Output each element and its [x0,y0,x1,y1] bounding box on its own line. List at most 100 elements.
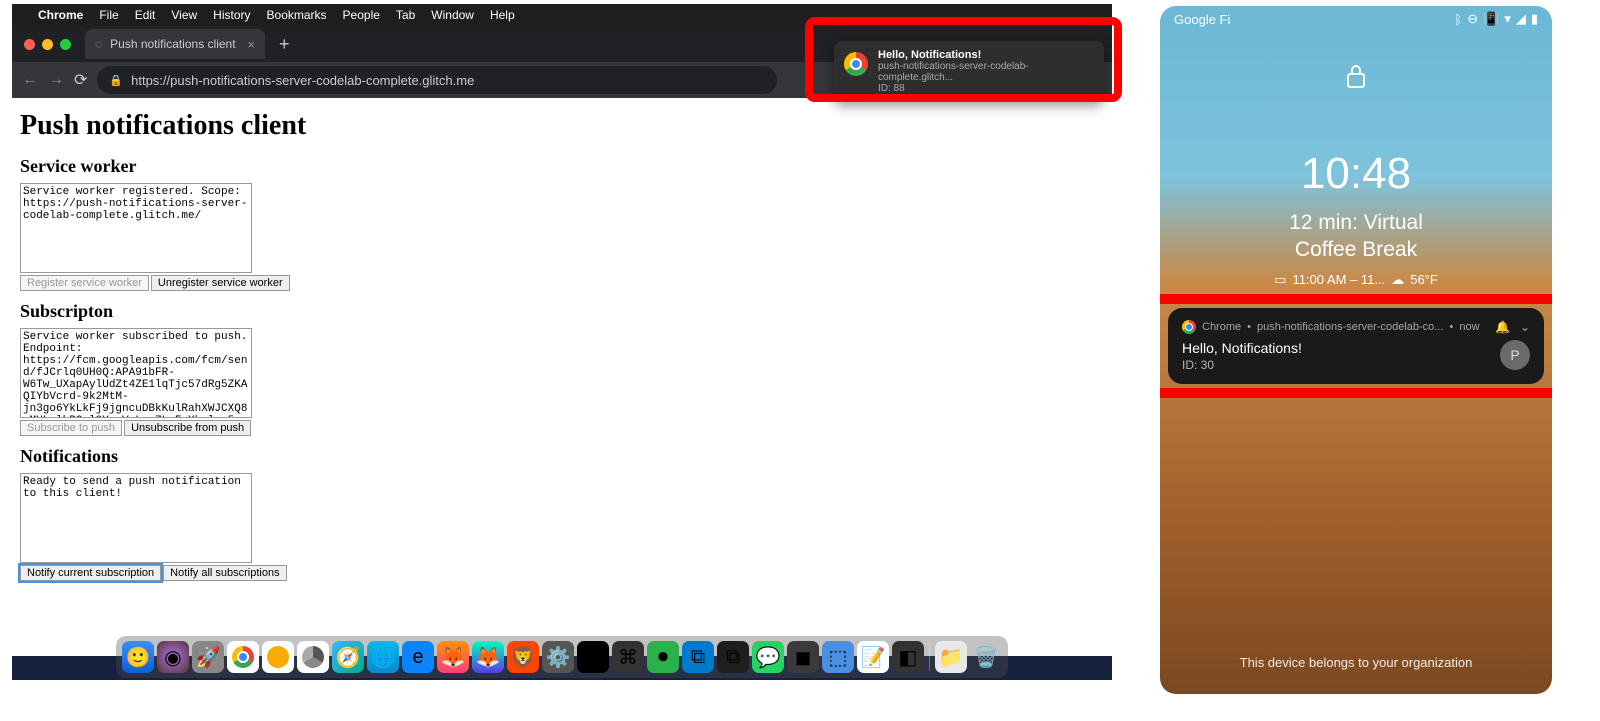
notifications-textarea[interactable]: Ready to send a push notification to thi… [20,473,252,563]
launchpad-icon[interactable]: 🚀 [192,641,224,673]
app-icon[interactable]: ⬚ [822,641,854,673]
siri-icon[interactable]: ◉ [157,641,189,673]
minimize-window-button[interactable] [42,39,53,50]
messages-icon[interactable]: 💬 [752,641,784,673]
event-line1: 12 min: Virtual [1160,209,1552,236]
close-window-button[interactable] [24,39,35,50]
new-tab-button[interactable]: + [271,34,298,55]
brave-icon[interactable]: 🦁 [507,641,539,673]
subscription-textarea[interactable]: Service worker subscribed to push. Endpo… [20,328,252,418]
lock-icon [1160,62,1552,97]
macos-dock: 🙂 ◉ 🚀 🧭 🌐 e 🦊 🦊 🦁 ⚙️ ▮ ⌘ ⏺ ⧉ ⧉ 💬 ◼ ⬚ 📝 ◧… [116,636,1008,678]
menubar-bookmarks[interactable]: Bookmarks [267,8,327,22]
bluetooth-icon: ᛒ [1454,12,1462,27]
chevron-down-icon[interactable]: ⌄ [1520,320,1530,334]
menubar-window[interactable]: Window [431,8,474,22]
edge-dev-icon[interactable]: e [402,641,434,673]
subscribe-button: Subscribe to push [20,420,122,436]
chrome-icon[interactable] [227,641,259,673]
chrome-window: ◌ Push notifications client × + ← → ⟳ 🔒 … [12,26,1112,656]
chrome-icon [1182,320,1196,334]
highlight-annotation [805,17,1122,102]
fullscreen-window-button[interactable] [60,39,71,50]
avatar: P [1500,340,1530,370]
app-icon[interactable]: ◧ [892,641,924,673]
chrome-dev-icon[interactable] [297,641,329,673]
lockscreen-clock: 10:48 [1160,149,1552,199]
weather-time: 11:00 AM – 11... [1292,272,1385,287]
notify-current-button[interactable]: Notify current subscription [20,565,161,581]
notify-all-button[interactable]: Notify all subscriptions [163,565,286,581]
unsubscribe-button[interactable]: Unsubscribe from push [124,420,251,436]
safari-icon[interactable]: 🧭 [332,641,364,673]
vscode-icon[interactable]: ⧉ [682,641,714,673]
page-content: Push notifications client Service worker… [12,98,1112,656]
vscode-insiders-icon[interactable]: ⧉ [717,641,749,673]
wifi-icon: ▾ [1504,11,1511,27]
firefox-nightly-icon[interactable]: 🦊 [472,641,504,673]
forward-button[interactable]: → [48,71,64,89]
lockscreen-weather: ▭ 11:00 AM – 11... ☁ 56°F [1160,272,1552,288]
window-controls [20,39,79,50]
mac-desktop: Chrome File Edit View History Bookmarks … [12,4,1112,680]
notes-icon[interactable]: 📝 [857,641,889,673]
notification-title: Hello, Notifications! [1182,340,1530,356]
back-button[interactable]: ← [22,71,38,89]
sw-heading: Service worker [20,156,1104,177]
notification-source: push-notifications-server-codelab-co... [1257,321,1443,333]
reload-button[interactable]: ⟳ [74,70,87,90]
chrome-canary-icon[interactable] [262,641,294,673]
menubar-file[interactable]: File [99,8,118,22]
menubar-edit[interactable]: Edit [135,8,156,22]
browser-tab[interactable]: ◌ Push notifications client × [85,29,265,59]
finder-icon[interactable]: 🙂 [122,641,154,673]
terminal-icon[interactable]: ▮ [577,641,609,673]
event-line2: Coffee Break [1160,236,1552,263]
android-notification[interactable]: Chrome • push-notifications-server-codel… [1168,308,1544,384]
register-sw-button: Register service worker [20,275,149,291]
dock-divider [929,643,930,671]
settings-icon[interactable]: ⚙️ [542,641,574,673]
downloads-icon[interactable]: 📁 [935,641,967,673]
notification-header: Chrome • push-notifications-server-codel… [1182,320,1530,334]
lock-icon: 🔒 [109,74,123,87]
close-tab-icon[interactable]: × [247,37,255,52]
subscription-heading: Subscripton [20,301,1104,322]
notification-body: ID: 30 [1182,358,1530,372]
lockscreen-event: 12 min: Virtual Coffee Break [1160,209,1552,264]
signal-icon: ◢ [1516,11,1526,27]
menubar-view[interactable]: View [171,8,197,22]
bell-icon[interactable]: 🔔 [1495,320,1510,334]
weather-temp: 56°F [1410,272,1438,287]
trash-icon[interactable]: 🗑️ [970,641,1002,673]
menubar-help[interactable]: Help [490,8,515,22]
cloud-icon: ☁ [1391,272,1404,288]
notification-app: Chrome [1202,321,1241,333]
app-icon[interactable]: ◼ [787,641,819,673]
globe-icon: ◌ [95,37,102,51]
unregister-sw-button[interactable]: Unregister service worker [151,275,290,291]
iterm-icon[interactable]: ⌘ [612,641,644,673]
menubar-history[interactable]: History [213,8,250,22]
menubar-app[interactable]: Chrome [38,8,83,22]
status-bar: Google Fi ᛒ ⊖ 📳 ▾ ◢ ▮ [1160,6,1552,32]
firefox-icon[interactable]: 🦊 [437,641,469,673]
address-bar[interactable]: 🔒 https://push-notifications-server-code… [97,66,777,94]
lockscreen-footer: This device belongs to your organization [1160,655,1552,670]
notification-time: now [1459,321,1479,333]
sw-status-textarea[interactable]: Service worker registered. Scope: https:… [20,183,252,273]
notification-wrapper: Chrome • push-notifications-server-codel… [1168,308,1544,384]
camtasia-icon[interactable]: ⏺ [647,641,679,673]
edge-icon[interactable]: 🌐 [367,641,399,673]
menubar-tab[interactable]: Tab [396,8,415,22]
vibrate-icon: 📳 [1483,11,1499,27]
dnd-icon: ⊖ [1467,11,1478,27]
tab-title: Push notifications client [110,37,235,51]
battery-icon: ▮ [1531,11,1538,27]
android-lockscreen: Google Fi ᛒ ⊖ 📳 ▾ ◢ ▮ 10:48 12 min: Virt… [1160,6,1552,694]
carrier-label: Google Fi [1174,12,1230,27]
menubar-people[interactable]: People [343,8,380,22]
notifications-heading: Notifications [20,446,1104,467]
calendar-icon: ▭ [1274,272,1286,288]
page-title: Push notifications client [20,110,1104,142]
